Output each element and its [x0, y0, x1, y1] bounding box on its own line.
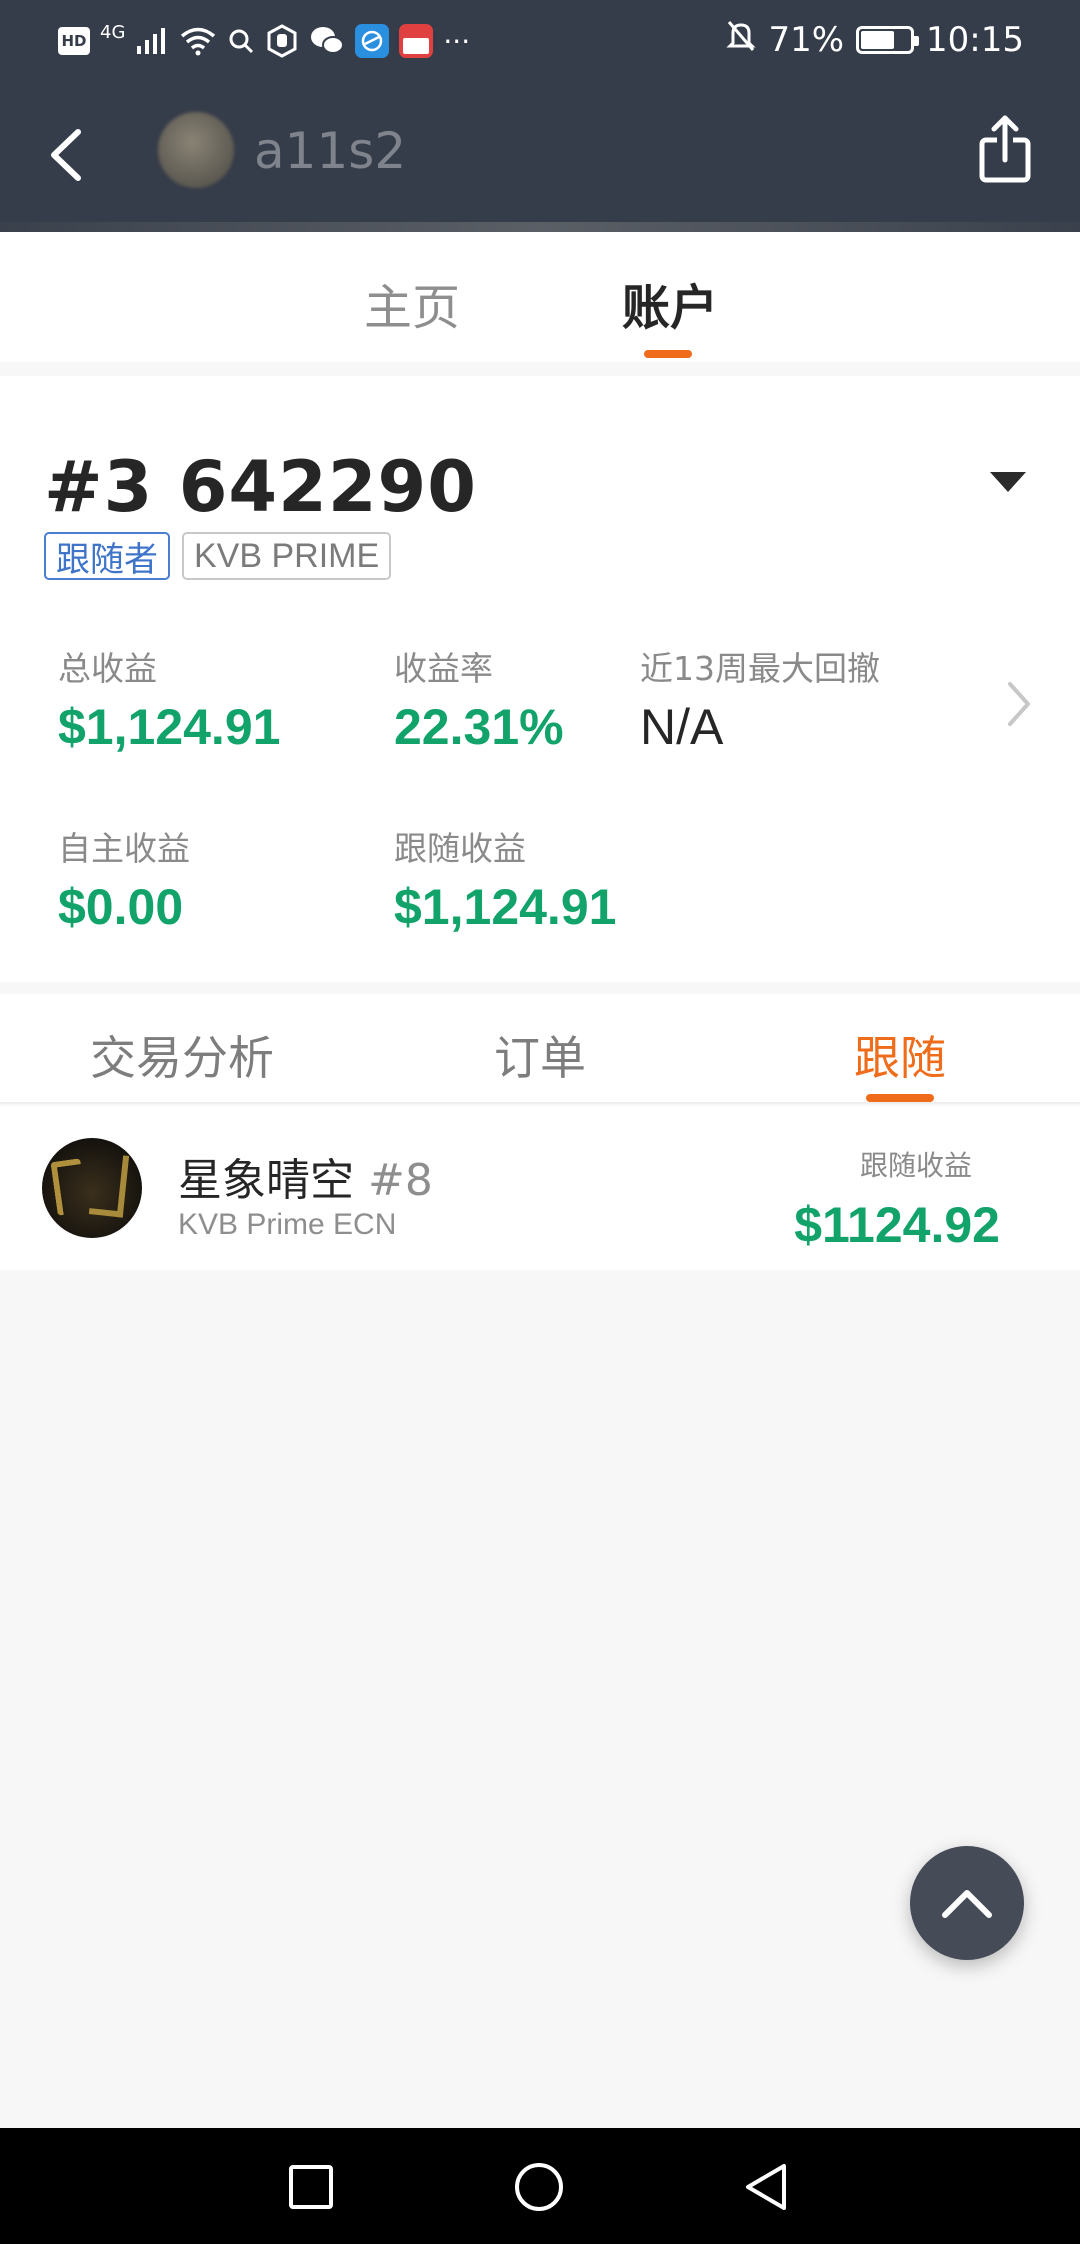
back-arrow-icon[interactable] [38, 120, 98, 190]
broker-tag: KVB PRIME [182, 532, 392, 580]
status-bar: HD 4G ··· 71% 10:15 [0, 0, 1080, 80]
follower-tag: 跟随者 [44, 532, 170, 580]
dropdown-caret-icon[interactable] [990, 472, 1026, 492]
stat-max-drawdown: 近13周最大回撤 N/A [640, 649, 880, 755]
stat-follow-profit: 跟随收益 $1,124.91 [394, 829, 617, 935]
trader-server: KVB Prime ECN [178, 1208, 397, 1241]
battery-percent: 71% [768, 20, 845, 60]
trader-number: #8 [368, 1155, 433, 1206]
stat-total-profit: 总收益 $1,124.91 [58, 649, 281, 755]
follow-profit-value: $1124.92 [794, 1197, 1000, 1253]
sub-tab-indicator [866, 1094, 934, 1102]
chevron-right-icon[interactable] [998, 676, 1038, 732]
scroll-top-icon [942, 1890, 992, 1918]
more-notifications-icon: ··· [443, 24, 471, 58]
stat-self-profit: 自主收益 $0.00 [58, 829, 190, 935]
trader-name: 星象晴空 #8 [178, 1155, 433, 1206]
app-header: HD 4G ··· 71% 10:15 a11s2 [0, 0, 1080, 232]
trader-avatar [42, 1138, 142, 1238]
sub-tab-bar: 交易分析 订单 跟随 [0, 994, 1080, 1104]
nav-home-icon[interactable] [514, 2162, 564, 2212]
calendar-app-icon [399, 22, 434, 60]
search-icon [227, 22, 255, 60]
clock: 10:15 [926, 20, 1024, 60]
account-number: #3 642290 [44, 446, 477, 528]
tab-indicator [644, 350, 692, 358]
network-type-label: 4G [100, 22, 126, 43]
account-card: #3 642290 跟随者 KVB PRIME 总收益 $1,124.91 收益… [0, 376, 1080, 982]
account-tags: 跟随者 KVB PRIME [44, 532, 392, 580]
system-nav-bar [0, 2128, 1080, 2244]
tab-trade-analysis[interactable]: 交易分析 [90, 1022, 274, 1088]
top-nav: a11s2 [0, 80, 1080, 232]
wifi-icon [179, 22, 217, 60]
nav-recents-icon[interactable] [286, 2162, 336, 2212]
tab-home[interactable]: 主页 [364, 268, 460, 338]
nav-back-icon[interactable] [742, 2162, 792, 2212]
wechat-icon [309, 22, 345, 60]
hand-app-icon [265, 22, 299, 60]
user-avatar[interactable] [158, 112, 234, 188]
share-icon[interactable] [970, 110, 1040, 190]
stat-return-rate: 收益率 22.31% [394, 649, 564, 755]
hd-icon: HD [58, 27, 90, 55]
status-icons-left: HD 4G ··· [58, 20, 470, 62]
tab-orders[interactable]: 订单 [494, 1022, 586, 1088]
tab-account[interactable]: 账户 [622, 268, 718, 338]
status-icons-right: 71% 10:15 [726, 18, 1024, 62]
main-tab-bar: 主页 账户 [0, 232, 1080, 362]
follow-profit-label: 跟随收益 [859, 1149, 972, 1182]
mute-bell-icon [726, 19, 757, 62]
header-divider [0, 222, 1080, 232]
battery-icon [856, 26, 920, 54]
tab-following[interactable]: 跟随 [854, 1022, 946, 1088]
scroll-top-button[interactable] [910, 1846, 1024, 1960]
signal-icon [135, 22, 169, 60]
username: a11s2 [254, 122, 407, 180]
browser-app-icon [355, 22, 390, 60]
list-item[interactable]: 星象晴空 #8 KVB Prime ECN 跟随收益 $1124.92 [0, 1106, 1080, 1270]
